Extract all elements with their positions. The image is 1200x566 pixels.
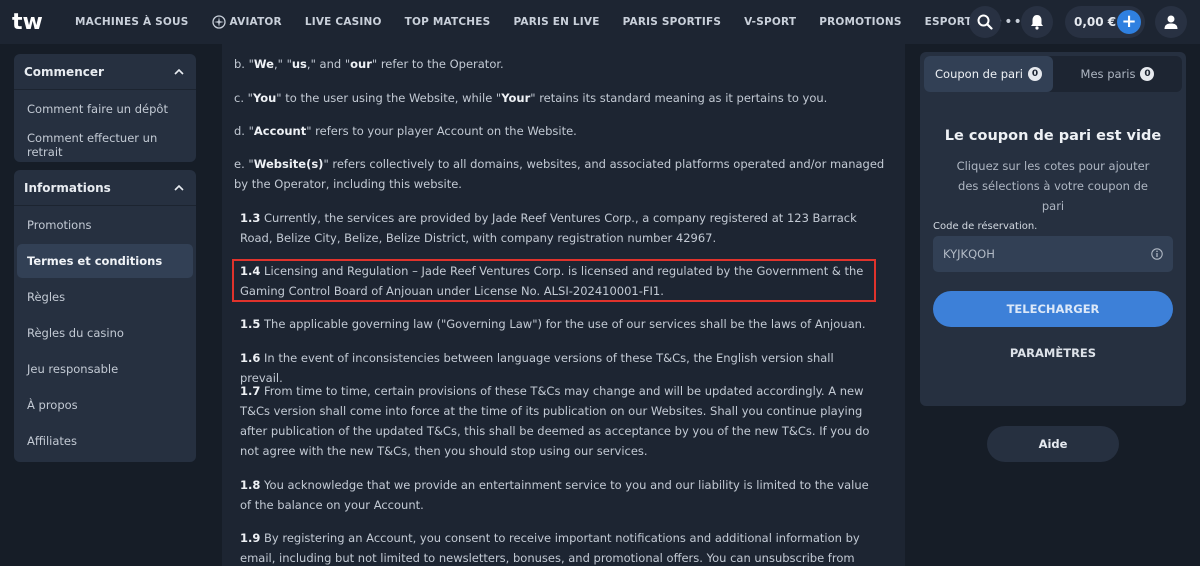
sidebar-item-deposit[interactable]: Comment faire un dépôt xyxy=(17,92,193,126)
sidebar-section-title: Commencer xyxy=(24,64,104,79)
sidebar-section-title: Informations xyxy=(24,180,111,195)
nav-live-casino[interactable]: LIVE CASINO xyxy=(305,16,382,28)
clause-1-9: 1.9 By registering an Account, you conse… xyxy=(240,531,860,565)
bet-slip-panel: Coupon de pari 0 Mes paris 0 Le coupon d… xyxy=(920,52,1186,406)
nav-top-matches[interactable]: TOP MATCHES xyxy=(405,16,491,28)
sidebar-item-affiliates[interactable]: Affiliates xyxy=(17,424,193,458)
sidebar-section-header[interactable]: Informations xyxy=(14,170,196,206)
booking-code-input[interactable]: KYJKQOH xyxy=(933,236,1173,272)
notifications-button[interactable] xyxy=(1021,6,1053,38)
settings-button[interactable]: PARAMÈTRES xyxy=(920,346,1186,360)
balance-amount: 0,00 € xyxy=(1074,15,1117,29)
nav-live-betting[interactable]: PARIS EN LIVE xyxy=(513,16,599,28)
booking-code-value: KYJKQOH xyxy=(943,247,995,261)
search-icon xyxy=(977,14,993,30)
nav-sports-betting[interactable]: PARIS SPORTIFS xyxy=(623,16,721,28)
brand-logo[interactable]: tw xyxy=(12,10,50,34)
search-button[interactable] xyxy=(969,6,1001,38)
clause-1-8: 1.8 You acknowledge that we provide an e… xyxy=(240,478,869,512)
top-navigation-bar: tw MACHINES À SOUS AVIATOR LIVE CASINO T… xyxy=(0,0,1200,44)
tab-bet-coupon-label: Coupon de pari xyxy=(935,67,1023,81)
svg-text:tw: tw xyxy=(12,10,43,34)
coupon-count-badge: 0 xyxy=(1027,67,1042,81)
balance-button[interactable]: 0,00 € + xyxy=(1065,6,1145,38)
tab-my-bets-label: Mes paris xyxy=(1080,67,1136,81)
definition-d: d. "Account" refers to your player Accou… xyxy=(234,124,577,138)
sidebar-item-responsible-gaming[interactable]: Jeu responsable xyxy=(17,352,193,386)
nav-v-sport[interactable]: V-SPORT xyxy=(744,16,796,28)
booking-code-label: Code de réservation. xyxy=(933,221,1038,232)
tab-bet-coupon[interactable]: Coupon de pari 0 xyxy=(924,56,1053,92)
sidebar-section-start: Commencer Comment faire un dépôt Comment… xyxy=(14,54,196,162)
sidebar-item-withdrawal[interactable]: Comment effectuer un retrait xyxy=(17,128,193,162)
clause-1-5: 1.5 The applicable governing law ("Gover… xyxy=(240,317,866,331)
definition-c: c. "You" to the user using the Website, … xyxy=(234,91,828,105)
nav-slots[interactable]: MACHINES À SOUS xyxy=(75,16,189,28)
sidebar-item-rules[interactable]: Règles xyxy=(17,280,193,314)
empty-coupon-title: Le coupon de pari est vide xyxy=(944,128,1162,144)
sidebar-item-terms[interactable]: Termes et conditions xyxy=(17,244,193,278)
nav-aviator-label: AVIATOR xyxy=(229,16,282,28)
terms-content: b. "We," "us," and "our" refer to the Op… xyxy=(222,44,905,566)
sidebar-item-about[interactable]: À propos xyxy=(17,388,193,422)
bell-icon xyxy=(1031,15,1043,30)
nav-promotions[interactable]: PROMOTIONS xyxy=(819,16,901,28)
profile-button[interactable] xyxy=(1155,6,1187,38)
info-icon[interactable] xyxy=(1151,248,1163,260)
sidebar-item-promotions[interactable]: Promotions xyxy=(17,208,193,242)
definition-e: e. "Website(s)" refers collectively to a… xyxy=(234,157,885,191)
clause-1-7: 1.7 From time to time, certain provision… xyxy=(240,384,870,458)
definition-b: b. "We," "us," and "our" refer to the Op… xyxy=(234,57,504,71)
clause-1-3: 1.3 Currently, the services are provided… xyxy=(240,211,857,245)
sidebar-section-info: Informations Promotions Termes et condit… xyxy=(14,170,196,462)
help-button[interactable]: Aide xyxy=(987,426,1119,462)
chevron-up-icon xyxy=(174,68,184,75)
download-button[interactable]: TELECHARGER xyxy=(933,291,1173,327)
sidebar-item-casino-rules[interactable]: Règles du casino xyxy=(17,316,193,350)
tab-my-bets[interactable]: Mes paris 0 xyxy=(1053,56,1182,92)
clause-1-4: 1.4 Licensing and Regulation – Jade Reef… xyxy=(240,264,864,298)
chevron-up-icon xyxy=(174,184,184,191)
bet-slip-tabs: Coupon de pari 0 Mes paris 0 xyxy=(924,56,1182,92)
my-bets-count-badge: 0 xyxy=(1140,67,1155,81)
empty-coupon-text: Cliquez sur les cotes pour ajouter des s… xyxy=(956,159,1150,213)
main-nav: MACHINES À SOUS AVIATOR LIVE CASINO TOP … xyxy=(75,0,1023,44)
aviator-icon xyxy=(211,15,226,29)
nav-esport[interactable]: ESPORT xyxy=(925,16,972,28)
sidebar-section-header[interactable]: Commencer xyxy=(14,54,196,90)
deposit-plus-icon[interactable]: + xyxy=(1117,10,1141,34)
nav-aviator[interactable]: AVIATOR xyxy=(211,15,282,29)
user-icon xyxy=(1164,15,1178,29)
